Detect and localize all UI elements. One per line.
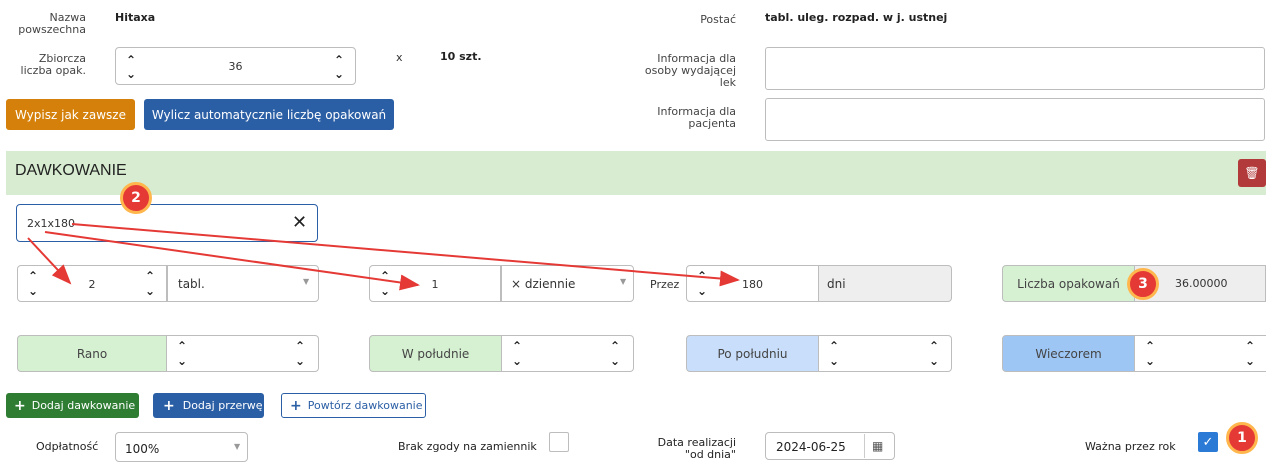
badge-2: 2 xyxy=(120,182,152,214)
annotation-arrows xyxy=(27,223,740,291)
arrow-to-qty xyxy=(27,237,72,285)
badge-1: 1 xyxy=(1226,422,1258,454)
arrow-to-freq xyxy=(44,231,420,291)
badge-3: 3 xyxy=(1127,268,1159,300)
arrow-to-days xyxy=(71,223,740,287)
